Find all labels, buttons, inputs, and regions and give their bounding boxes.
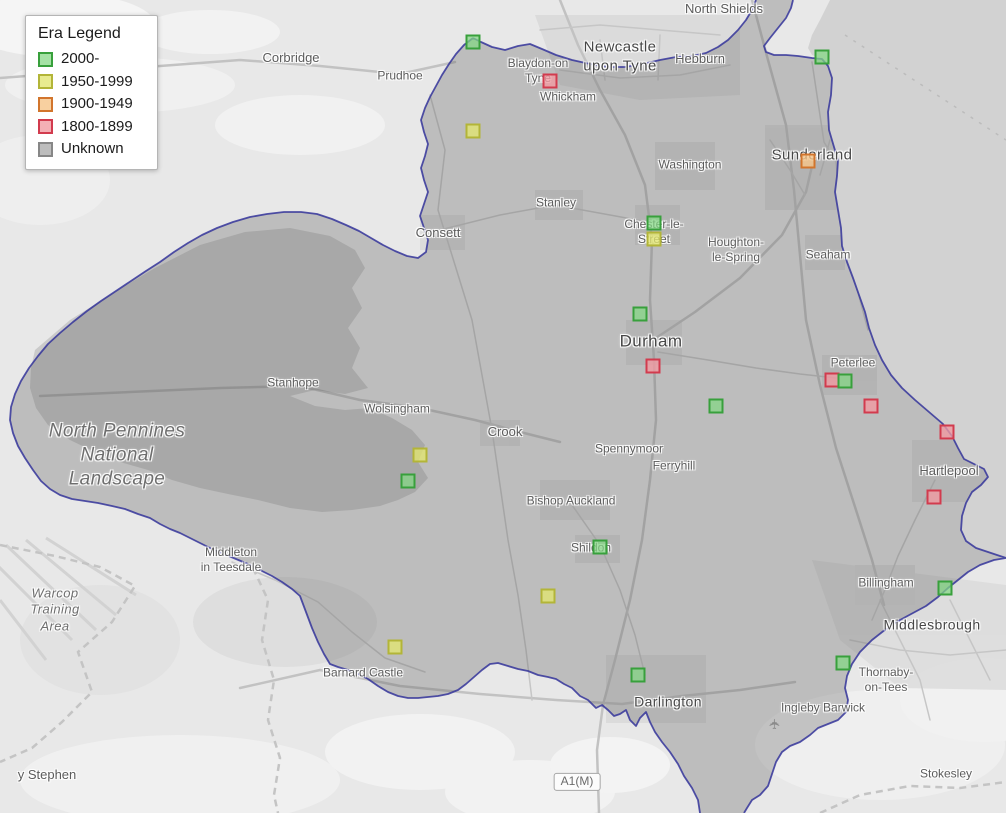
era-marker-2000[interactable] — [835, 655, 851, 671]
era-marker-2000[interactable] — [400, 473, 416, 489]
legend-swatch-1950 — [38, 74, 53, 90]
era-marker-1800[interactable] — [542, 73, 558, 89]
legend-swatch-unknown — [38, 141, 53, 157]
era-legend: Era Legend 2000- 1950-1999 1900-1949 1800-1… — [25, 15, 158, 170]
era-marker-2000[interactable] — [837, 373, 853, 389]
legend-label: Unknown — [61, 140, 124, 157]
legend-swatch-2000 — [38, 51, 53, 67]
era-marker-1950[interactable] — [540, 588, 556, 604]
legend-row-1800: 1800-1899 — [38, 117, 145, 136]
era-marker-2000[interactable] — [708, 398, 724, 414]
era-marker-2000[interactable] — [465, 34, 481, 50]
legend-row-1900: 1900-1949 — [38, 95, 145, 113]
era-marker-1800[interactable] — [926, 489, 942, 505]
map[interactable]: A1(M) ✈ Newcastle upon Tyne North Shields… — [0, 0, 1006, 813]
era-marker-1900[interactable] — [800, 153, 816, 169]
era-marker-1950[interactable] — [646, 231, 662, 247]
legend-row-1950: 1950-1999 — [38, 72, 145, 91]
legend-swatch-1800 — [38, 119, 53, 135]
legend-label: 1950-1999 — [61, 72, 133, 90]
era-marker-1950[interactable] — [387, 639, 403, 655]
era-marker-1950[interactable] — [412, 447, 428, 463]
legend-swatch-1900 — [38, 96, 53, 112]
era-marker-2000[interactable] — [646, 215, 662, 231]
era-marker-1800[interactable] — [939, 424, 955, 440]
legend-row-2000: 2000- — [38, 50, 145, 68]
era-marker-1950[interactable] — [465, 123, 481, 139]
legend-label: 1800-1899 — [61, 117, 133, 135]
era-marker-2000[interactable] — [937, 580, 953, 596]
legend-items: 2000- 1950-1999 1900-1949 1800-1899 Unknown — [38, 50, 145, 158]
legend-label: 2000- — [61, 50, 100, 67]
era-marker-1800[interactable] — [863, 398, 879, 414]
era-marker-1800[interactable] — [645, 358, 661, 374]
era-marker-2000[interactable] — [632, 306, 648, 322]
era-marker-2000[interactable] — [592, 539, 608, 555]
era-marker-2000[interactable] — [630, 667, 646, 683]
legend-row-unknown: Unknown — [38, 140, 145, 158]
era-marker-2000[interactable] — [814, 49, 830, 65]
legend-label: 1900-1949 — [61, 95, 133, 112]
legend-title: Era Legend — [38, 25, 121, 42]
